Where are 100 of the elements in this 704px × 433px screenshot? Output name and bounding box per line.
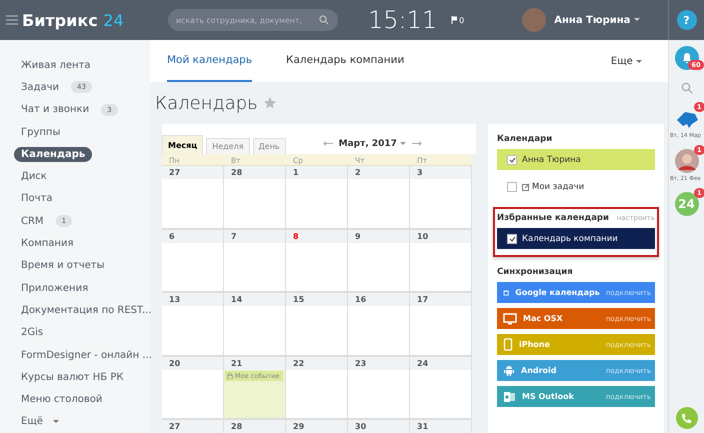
day-cell[interactable]: 27: [162, 166, 224, 230]
day-cell[interactable]: 29: [286, 420, 348, 433]
lock-icon: [227, 372, 233, 378]
day-number: 15: [292, 295, 304, 304]
sync-label: Android: [521, 366, 558, 375]
phone-icon: [681, 412, 692, 424]
day-cell[interactable]: 2: [348, 166, 410, 230]
day-cell[interactable]: 3: [410, 166, 472, 230]
sidebar-item[interactable]: Компания: [14, 236, 80, 252]
flag-icon[interactable]: [451, 16, 458, 24]
day-number: 23: [354, 358, 366, 368]
tab[interactable]: Календарь компании: [286, 40, 404, 82]
sidebar-item[interactable]: Приложения: [14, 280, 96, 296]
sidebar-item[interactable]: Меню столовой: [14, 392, 110, 408]
calendar-item[interactable]: Анна Тюрина: [497, 149, 655, 170]
day-cell[interactable]: 30: [348, 420, 410, 433]
day-number: 27: [168, 422, 180, 431]
day-number: 29: [292, 422, 304, 431]
notifications-button[interactable]: [674, 46, 698, 70]
day-cell[interactable]: 28: [224, 420, 286, 433]
checkbox[interactable]: [507, 234, 517, 244]
sync-label: Google календарь: [515, 288, 600, 297]
day-cell[interactable]: 15: [286, 293, 348, 356]
day-number: 17: [416, 295, 428, 304]
day-number: 3: [416, 168, 423, 177]
day-cell[interactable]: 28: [224, 166, 286, 230]
day-cell[interactable]: 7: [224, 230, 286, 293]
logo[interactable]: Битрикс 24: [22, 10, 148, 30]
day-cell[interactable]: 23: [348, 356, 410, 420]
day-cell[interactable]: 8: [286, 230, 348, 293]
day-cell[interactable]: 13: [162, 293, 224, 356]
calendar-name: Мои задачи: [532, 182, 584, 192]
sidebar-item[interactable]: Курсы валют НБ РК: [14, 370, 130, 385]
sidebar-item[interactable]: Задачи: [14, 80, 66, 95]
day-cell[interactable]: 16: [348, 293, 410, 356]
day-cell[interactable]: 24: [410, 356, 472, 420]
day-cell[interactable]: 20: [162, 356, 224, 420]
checkbox[interactable]: [507, 182, 517, 192]
checkbox[interactable]: [507, 154, 517, 164]
day-number: 28: [230, 422, 242, 431]
day-number: 10: [416, 232, 428, 240]
tab[interactable]: Мой календарь: [167, 40, 252, 82]
day-cell[interactable]: 27: [162, 420, 224, 433]
sidebar-item[interactable]: CRM: [14, 214, 51, 229]
day-cell[interactable]: 17: [410, 293, 472, 356]
sidebar-item[interactable]: Документация по REST...: [14, 302, 158, 318]
day-number: 1: [292, 168, 299, 177]
search-icon[interactable]: [680, 82, 692, 94]
more-button[interactable]: Еще: [604, 40, 648, 82]
day-number: 7: [230, 232, 237, 240]
avatar-icon[interactable]: [674, 149, 698, 173]
search-icon[interactable]: [319, 15, 329, 25]
sync-label: MS Outlook: [522, 392, 575, 401]
day-number: 13: [168, 295, 180, 304]
caret-icon[interactable]: [52, 420, 59, 424]
day-cell[interactable]: 31: [410, 420, 472, 433]
caret-icon[interactable]: [634, 18, 640, 22]
day-cell[interactable]: 9: [348, 230, 410, 293]
calendar-item[interactable]: Мои задачи: [497, 176, 655, 197]
arrow-left-icon[interactable]: [322, 141, 333, 146]
arrow-right-icon[interactable]: [412, 141, 422, 146]
caret-icon[interactable]: [400, 142, 406, 146]
android-icon: [503, 364, 515, 376]
sidebar-item[interactable]: Диск: [14, 169, 54, 184]
sidebar-item[interactable]: Ещё: [14, 414, 50, 430]
call-button[interactable]: [676, 407, 698, 429]
sidebar-item[interactable]: Календарь: [14, 146, 92, 162]
sidebar-item[interactable]: Живая лента: [14, 58, 98, 73]
day-cell[interactable]: 6: [162, 230, 224, 293]
day-cell[interactable]: 1: [286, 166, 348, 230]
sync-label: Mac OSX: [523, 314, 564, 323]
day-cell[interactable]: 22: [286, 356, 348, 420]
sidebar-item[interactable]: Почта: [14, 191, 60, 206]
sync-label: iPhone: [519, 340, 551, 349]
sidebar-item[interactable]: 2Gis: [14, 325, 50, 340]
day-number: 2: [354, 168, 361, 177]
menu-icon[interactable]: [6, 15, 18, 25]
phone-icon: [503, 338, 513, 351]
month-selector[interactable]: Март, 2017: [338, 138, 406, 148]
user-name[interactable]: Анна Тюрина: [554, 14, 630, 26]
sidebar-item[interactable]: Чат и звонки: [14, 102, 96, 118]
day-number: 6: [168, 232, 175, 240]
day-number: 21: [230, 358, 242, 368]
sidebar-item[interactable]: FormDesigner - онлайн ...: [14, 348, 159, 362]
sidebar-item[interactable]: Группы: [14, 124, 68, 140]
star-icon[interactable]: [264, 97, 276, 109]
day-cell[interactable]: 14: [224, 293, 286, 356]
calendar-item[interactable]: Календарь компании: [497, 228, 655, 249]
day-number: 16: [354, 295, 366, 304]
calendar-name: Анна Тюрина: [522, 154, 581, 164]
flag-count: 0: [459, 16, 464, 24]
calendar-name: Календарь компании: [522, 234, 618, 244]
day-number: 8: [292, 232, 299, 240]
sidebar-item[interactable]: Время и отчеты: [14, 258, 112, 274]
day-cell[interactable]: 10: [410, 230, 472, 293]
view-tab[interactable]: Месяц: [162, 135, 204, 154]
page-title: Календарь: [155, 92, 258, 114]
day-number: 9: [354, 232, 361, 240]
clock-time[interactable]: 15:11: [368, 6, 438, 34]
caret-icon[interactable]: [636, 60, 642, 64]
